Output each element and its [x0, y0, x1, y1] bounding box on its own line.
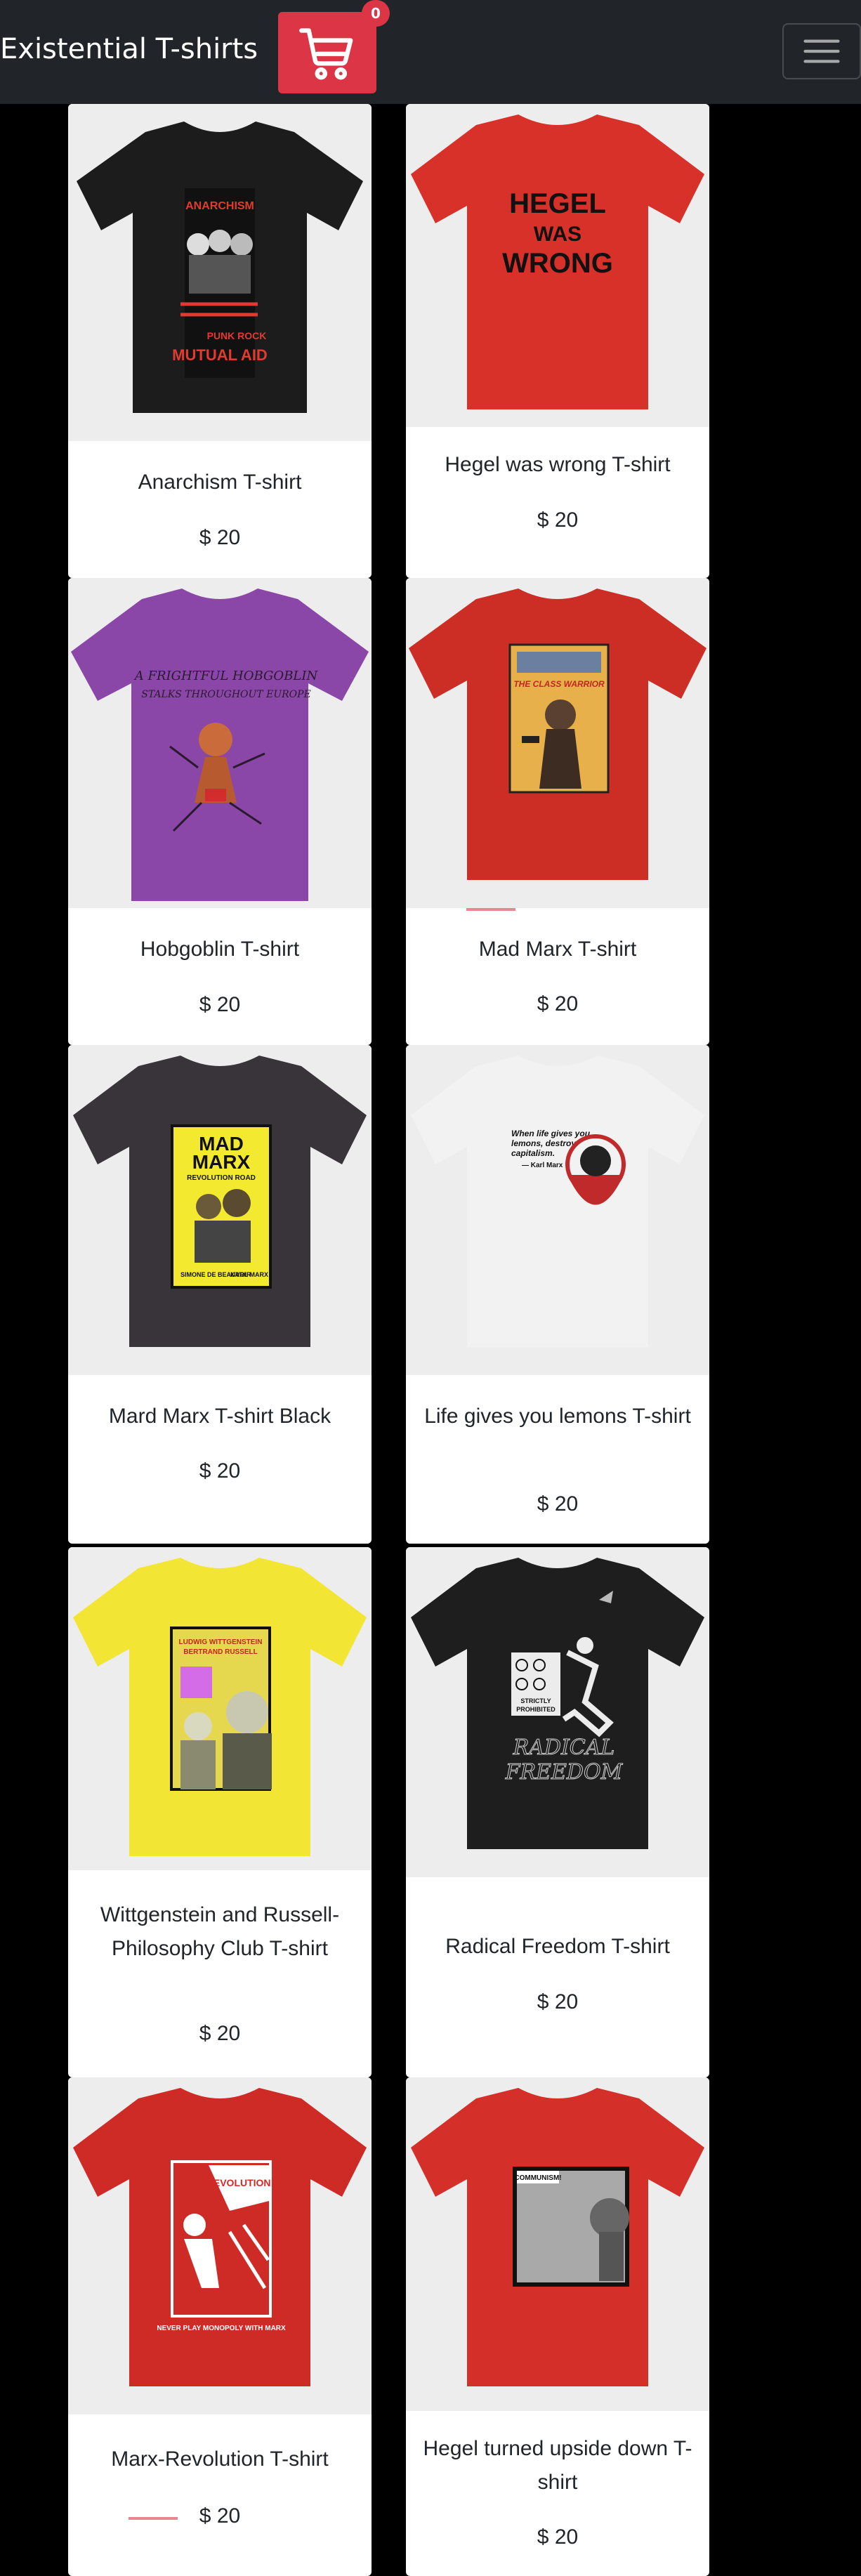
product-card[interactable]: A FRIGHTFUL HOBGOBLIN STALKS THROUGHOUT … [68, 578, 372, 1045]
product-card[interactable]: REVOLUTION! NEVER PLAY MONOPOLY WITH MAR… [68, 2077, 372, 2576]
print-line: MARX [192, 1151, 251, 1173]
product-image[interactable]: MAD MARX REVOLUTION ROAD SIMONE DE BEAUV… [68, 1045, 372, 1375]
print-line: BERTRAND RUSSELL [183, 1648, 258, 1656]
product-title[interactable]: Radical Freedom T-shirt [423, 1930, 692, 1964]
product-card[interactable]: STRICTLY PROHIBITED RADICAL FREEDOM Radi… [406, 1547, 709, 2077]
product-image[interactable]: A FRIGHTFUL HOBGOBLIN STALKS THROUGHOUT … [68, 578, 372, 908]
product-title[interactable]: Anarchism T-shirt [85, 466, 355, 499]
product-card[interactable]: ANARCHISM PUNK ROCK MUTUAL AID Anarchism… [68, 104, 372, 578]
print-line: STRICTLY [520, 1697, 551, 1704]
product-price: $ 20 [537, 2525, 579, 2549]
product-title[interactable]: Wittgenstein and Russell-Philosophy Club… [85, 1898, 355, 1966]
product-title[interactable]: Life gives you lemons T-shirt [423, 1400, 692, 1433]
product-title[interactable]: Marx-Revolution T-shirt [85, 2443, 355, 2476]
navbar: Existential T-shirts 0 [0, 0, 861, 104]
product-image[interactable]: COMMUNISM! [406, 2077, 709, 2411]
print-line: ANARCHISM [185, 200, 254, 212]
cart-add-indicator [466, 908, 515, 911]
product-price: $ 20 [199, 2504, 241, 2528]
print-line: PUNK ROCK [207, 330, 267, 341]
print-line: RADICAL [513, 1735, 615, 1760]
print-line: WRONG [502, 248, 613, 279]
product-price: $ 20 [199, 2022, 241, 2045]
tshirt-shape [73, 2088, 367, 2386]
print-line: COMMUNISM! [514, 2174, 561, 2182]
print-line: PROHIBITED [516, 1706, 556, 1713]
product-title[interactable]: Mard Marx T-shirt Black [85, 1400, 355, 1433]
product-card[interactable]: COMMUNISM! Hegel turned upside down T-sh… [406, 2077, 709, 2576]
print-line: When life gives you [511, 1129, 591, 1138]
print-line: capitalism. [511, 1148, 555, 1158]
product-price: $ 20 [199, 1459, 241, 1483]
product-title[interactable]: Hegel was wrong T-shirt [423, 448, 692, 482]
brand-link[interactable]: Existential T-shirts [0, 29, 258, 69]
print-line: FREEDOM [505, 1760, 624, 1785]
product-title[interactable]: Hobgoblin T-shirt [85, 933, 355, 966]
print-line: — Karl Marx [522, 1162, 563, 1169]
hamburger-menu-icon [803, 36, 841, 67]
print-line: NEVER PLAY MONOPOLY WITH MARX [157, 2325, 286, 2332]
product-price: $ 20 [537, 508, 579, 532]
tshirt-shape [411, 1056, 704, 1347]
print-line: STALKS THROUGHOUT EUROPE [141, 689, 311, 700]
print-line: THE CLASS WARRIOR [513, 679, 605, 689]
product-image[interactable]: LUDWIG WITTGENSTEIN BERTRAND RUSSELL [68, 1547, 372, 1870]
product-card[interactable]: HEGEL WAS WRONG Hegel was wrong T-shirt … [406, 104, 709, 578]
print-line: LUDWIG WITTGENSTEIN [179, 1638, 263, 1646]
product-image[interactable]: REVOLUTION! NEVER PLAY MONOPOLY WITH MAR… [68, 2077, 372, 2414]
product-card[interactable]: LUDWIG WITTGENSTEIN BERTRAND RUSSELL Wit… [68, 1547, 372, 2077]
print-line: lemons, destroy [511, 1138, 577, 1148]
product-title[interactable]: Hegel turned upside down T-shirt [423, 2432, 692, 2499]
print-line: WAS [534, 223, 581, 246]
product-price: $ 20 [537, 1492, 579, 1516]
product-image[interactable]: HEGEL WAS WRONG [406, 104, 709, 427]
product-card[interactable]: MAD MARX REVOLUTION ROAD SIMONE DE BEAUV… [68, 1045, 372, 1544]
product-price: $ 20 [199, 526, 241, 549]
print-line: REVOLUTION! [206, 2177, 274, 2188]
print-line: HEGEL [509, 188, 606, 219]
print-line: KARL MARX [230, 1271, 268, 1278]
product-image[interactable]: THE CLASS WARRIOR [406, 578, 709, 908]
print-line: REVOLUTION ROAD [187, 1174, 256, 1182]
print-line: MUTUAL AID [172, 346, 268, 364]
product-card[interactable]: THE CLASS WARRIOR Mad Marx T-shirt $ 20 [406, 578, 709, 1045]
product-image[interactable]: When life gives you lemons, destroy capi… [406, 1045, 709, 1375]
shopping-cart-icon [298, 23, 357, 82]
menu-toggle-button[interactable] [782, 23, 861, 79]
product-price: $ 20 [537, 1990, 579, 2013]
product-price: $ 20 [199, 993, 241, 1016]
print-line: A FRIGHTFUL HOBGOBLIN [133, 669, 319, 683]
product-price: $ 20 [537, 992, 579, 1016]
product-card[interactable]: When life gives you lemons, destroy capi… [406, 1045, 709, 1544]
product-title[interactable]: Mad Marx T-shirt [423, 933, 692, 966]
cart-button[interactable] [278, 12, 376, 93]
product-image[interactable]: STRICTLY PROHIBITED RADICAL FREEDOM [406, 1547, 709, 1877]
product-image[interactable]: ANARCHISM PUNK ROCK MUTUAL AID [68, 104, 372, 441]
cart-count-badge: 0 [362, 0, 390, 27]
